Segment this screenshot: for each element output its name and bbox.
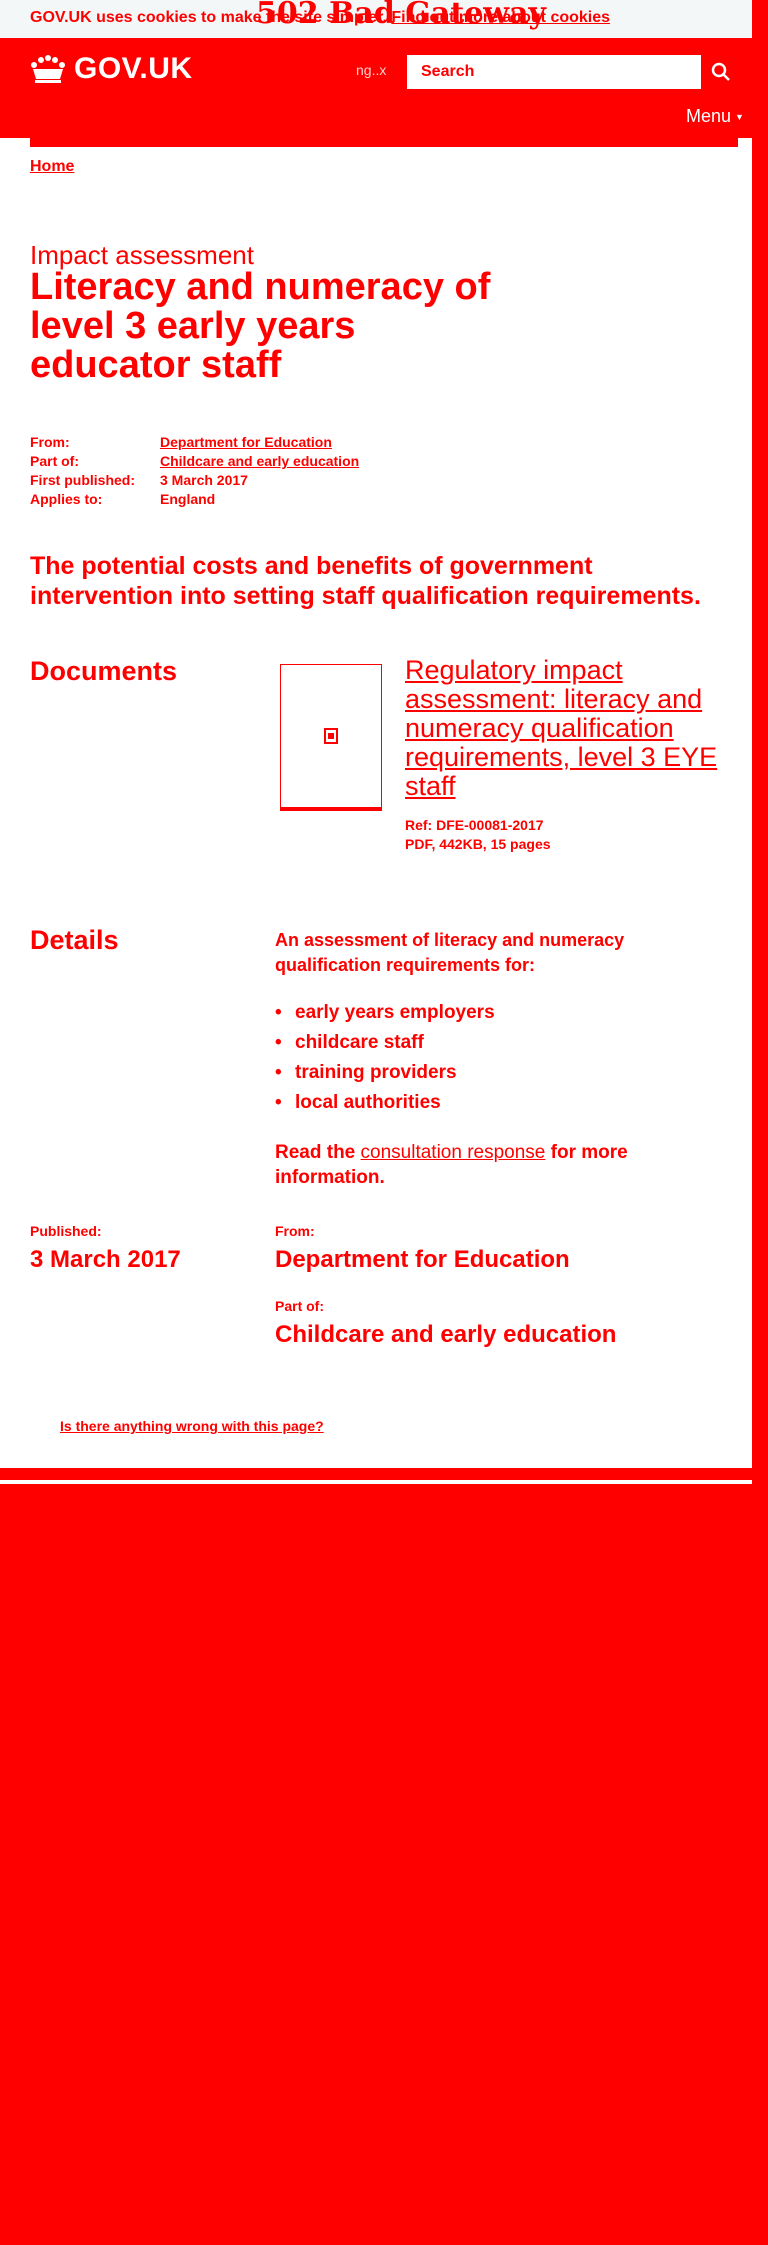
metadata-block: From: Department for Education Part of: … [30,434,359,510]
breadcrumb-home[interactable]: Home [30,158,74,175]
meta-from-label: From: [30,434,70,450]
meta-published-value: 3 March 2017 [160,472,248,488]
document-title-link[interactable]: Regulatory impact assessment: literacy a… [405,656,735,801]
pdf-file-icon [324,728,338,744]
search-input[interactable] [407,55,701,89]
meta-row-published: First published: 3 March 2017 [30,472,359,491]
document-thumbnail[interactable] [280,664,382,808]
partof-label: Part of: [275,1298,324,1314]
meta-applies-value: England [160,491,216,507]
document-meta: Ref: DFE-00081-2017 PDF, 442KB, 15 pages [405,816,551,854]
list-item: childcare staff [275,1028,735,1058]
search-box [405,53,703,91]
documents-heading: Documents [30,656,178,686]
search-icon [711,62,730,81]
from-link[interactable]: Department for Education [275,1246,570,1274]
site-header: GOV.UK ng..x Menu▼ [0,38,752,138]
consultation-response-link[interactable]: consultation response [361,1142,546,1163]
scrollbar-strip [752,0,768,2245]
published-label: Published: [30,1223,102,1239]
breadcrumb: Home [30,158,74,176]
details-intro: An assessment of literacy and numeracy q… [275,930,625,975]
menu-toggle[interactable]: Menu ▼ [686,106,744,127]
govuk-logo-link[interactable]: GOV.UK [30,52,193,86]
meta-row-from: From: Department for Education [30,434,359,453]
meta-row-applies: Applies to: England [30,491,359,510]
meta-partof-label: Part of: [30,453,79,469]
from-label: From: [275,1223,315,1239]
more-prefix: Read the [275,1142,361,1163]
lead-paragraph: The potential costs and benefits of gove… [30,552,701,610]
meta-from-link[interactable]: Department for Education [160,434,332,453]
document-ref: Ref: DFE-00081-2017 [405,817,544,833]
error-overlay-text: 502 Bad Gateway [256,0,546,31]
details-more: Read the consultation response for more … [275,1140,735,1190]
list-item: early years employers [275,998,735,1028]
menu-label: Menu [686,106,732,126]
list-item: local authorities [275,1088,735,1118]
footer-divider [0,1480,752,1484]
header-bottom-bar [30,137,738,147]
details-body: An assessment of literacy and numeracy q… [275,928,735,1190]
caret-down-icon: ▼ [735,112,744,123]
page-title: Literacy and numeracy of level 3 early y… [30,266,491,386]
meta-published-label: First published: [30,472,135,488]
report-problem-link[interactable]: Is there anything wrong with this page? [60,1418,324,1434]
meta-applies-label: Applies to: [30,491,103,507]
meta-partof-link[interactable]: Childcare and early education [160,453,359,472]
details-heading: Details [30,925,119,955]
crown-icon [31,55,65,83]
nav-ghost-text: ng..x [356,62,387,78]
document-file-info: PDF, 442KB, 15 pages [405,836,551,852]
search-button[interactable] [703,53,739,91]
list-item: training providers [275,1058,735,1088]
meta-row-partof: Part of: Childcare and early education [30,453,359,472]
published-value: 3 March 2017 [30,1246,181,1273]
details-list: early years employers childcare staff tr… [275,998,735,1118]
logo-text: GOV.UK [74,52,193,85]
partof-link[interactable]: Childcare and early education [275,1321,616,1349]
